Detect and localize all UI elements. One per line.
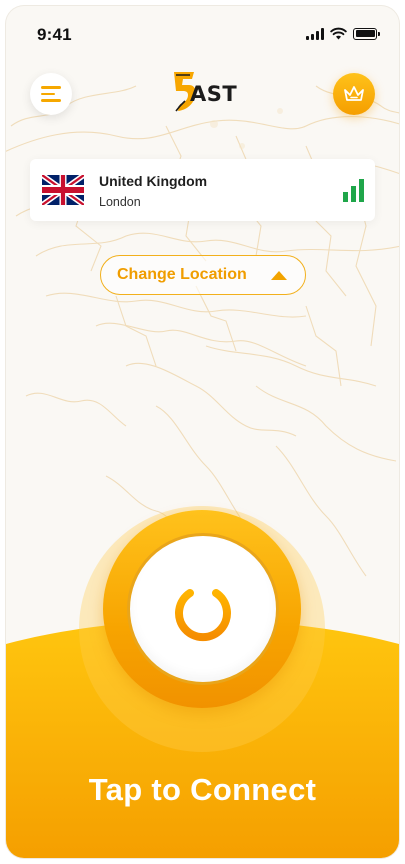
- country-name: United Kingdom: [99, 173, 208, 189]
- wifi-icon: [330, 27, 347, 40]
- city-name: London: [99, 195, 141, 209]
- tap-to-connect-label[interactable]: Tap to Connect: [6, 772, 399, 808]
- menu-icon: [41, 86, 61, 102]
- status-icons: [306, 27, 380, 40]
- power-button[interactable]: [127, 533, 279, 685]
- battery-icon: [353, 27, 380, 40]
- app-logo: AST: [170, 66, 238, 118]
- change-location-label: Change Location: [117, 266, 247, 283]
- uk-flag-icon: [42, 175, 84, 205]
- status-time: 9:41: [37, 25, 72, 44]
- logo-wordmark: AST: [190, 82, 238, 106]
- selected-location-card[interactable]: United Kingdom London: [30, 159, 375, 221]
- app-screen: 9:41 AST United Kingdom London Change Lo…: [6, 6, 399, 858]
- status-bar: 9:41: [6, 6, 399, 64]
- change-location-button[interactable]: Change Location: [100, 255, 306, 295]
- cellular-signal-icon: [306, 27, 324, 40]
- premium-button[interactable]: [333, 73, 375, 115]
- signal-strength-icon: [343, 178, 364, 202]
- caret-up-icon: [271, 271, 287, 280]
- crown-icon: [344, 86, 364, 101]
- menu-button[interactable]: [30, 73, 72, 115]
- power-icon: [175, 578, 231, 642]
